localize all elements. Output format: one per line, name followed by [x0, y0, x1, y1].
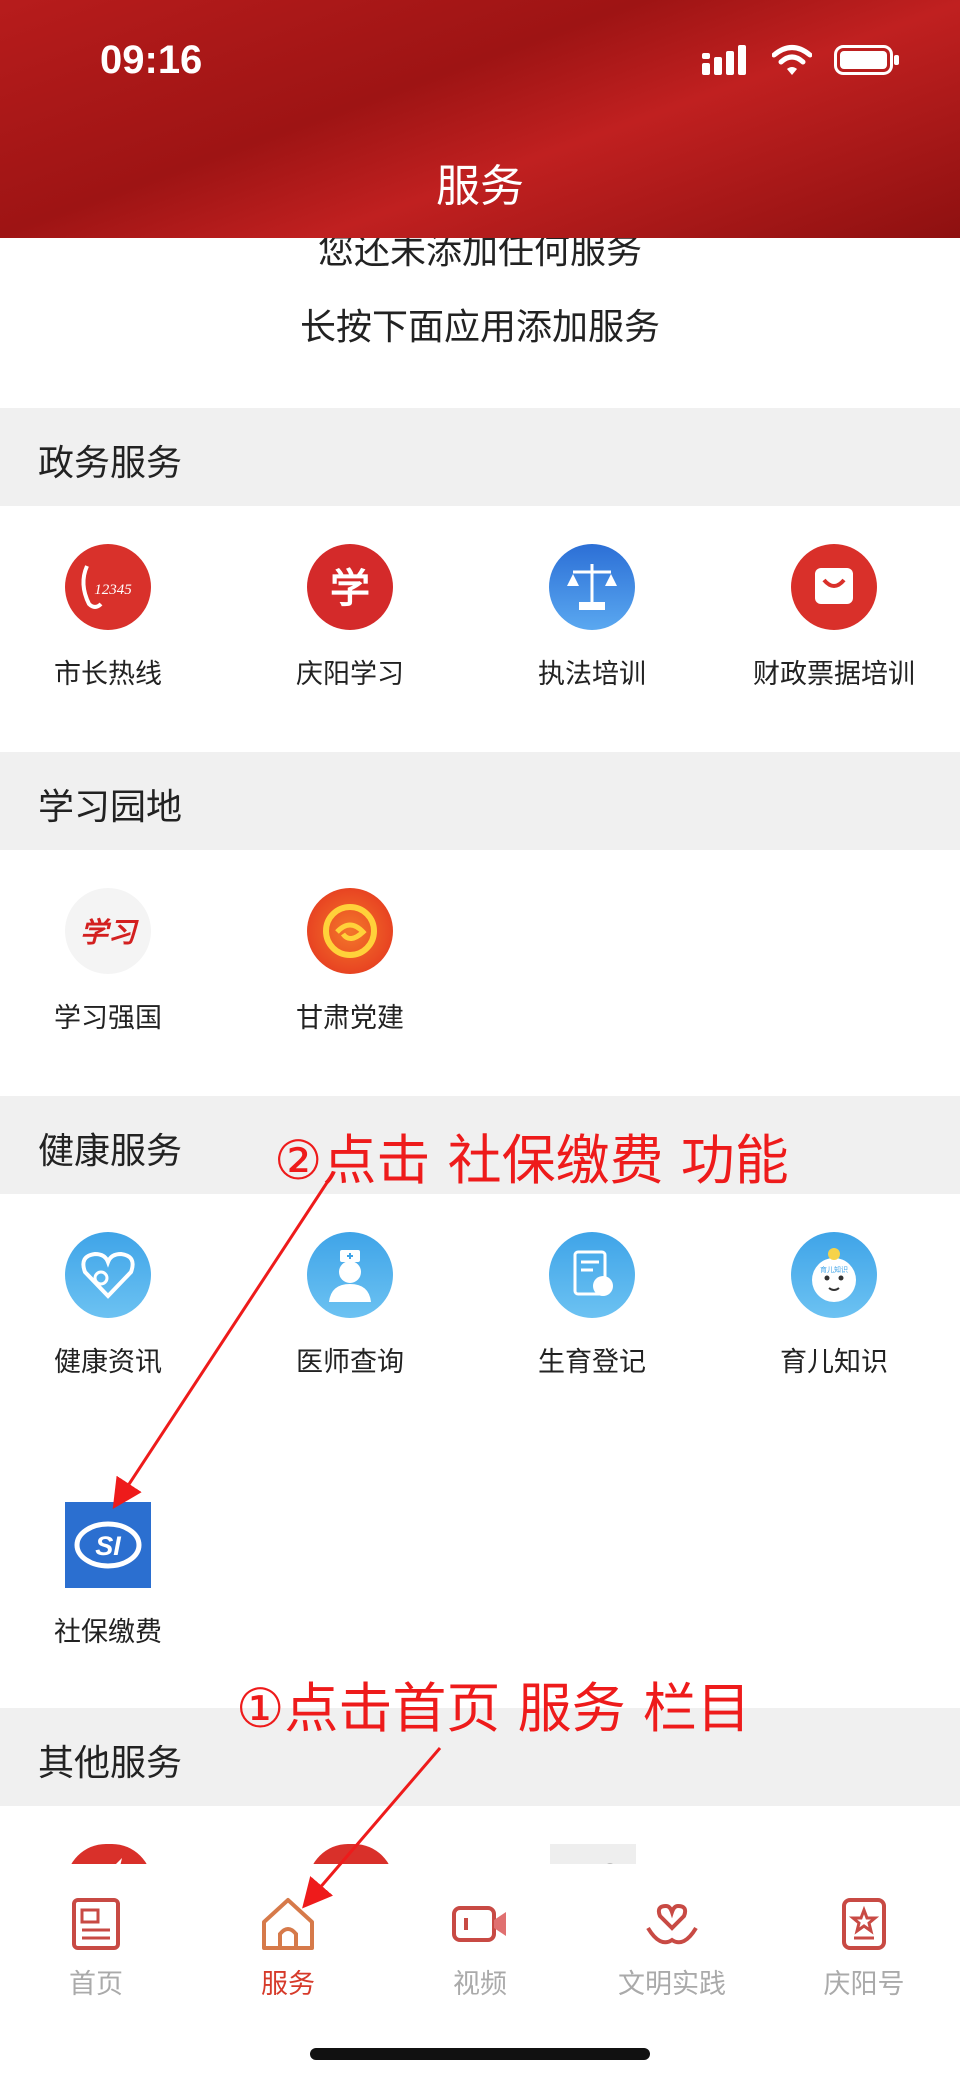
- service-item-xuexi-qiangguo[interactable]: 学习 学习强国: [0, 888, 229, 1035]
- tab-label: 视频: [453, 1969, 507, 2000]
- section-title: 其他服务: [38, 1743, 183, 1784]
- service-label: 庆阳学习: [296, 659, 404, 690]
- tab-label: 文明实践: [618, 1969, 726, 2000]
- birth-register-icon: [549, 1232, 635, 1318]
- service-item-gansu-party[interactable]: 甘肃党建: [229, 888, 471, 1035]
- service-item-mayor-hotline[interactable]: 12345 市长热线: [0, 544, 229, 691]
- section-header-gov: 政务服务: [0, 408, 960, 506]
- tab-video[interactable]: 视频: [384, 1894, 576, 2001]
- tab-home[interactable]: 首页: [0, 1894, 192, 2001]
- status-icons: [702, 44, 900, 76]
- qingyang-study-icon: 学: [307, 544, 393, 630]
- heart-stethoscope-icon: [65, 1232, 151, 1318]
- service-item-health-info[interactable]: 健康资讯: [0, 1232, 229, 1379]
- annotation-step2: ②点击 社保缴费 功能: [274, 1129, 789, 1192]
- home-icon: [262, 1898, 314, 1950]
- section-title: 政务服务: [38, 443, 183, 484]
- service-item-law-training[interactable]: 执法培训: [471, 544, 713, 691]
- tab-qingyang-account[interactable]: 庆阳号: [768, 1894, 960, 2001]
- service-item-doctor-query[interactable]: 医师查询: [229, 1232, 471, 1379]
- xuexi-qiangguo-icon: 学习: [65, 888, 151, 974]
- service-item-parenting-knowledge[interactable]: 育儿知识 育儿知识: [713, 1232, 955, 1379]
- service-label: 市长热线: [54, 659, 162, 690]
- service-item-social-insurance-payment[interactable]: SI 社保缴费: [0, 1502, 229, 1649]
- home-indicator: [310, 2048, 650, 2060]
- scales-justice-icon: [549, 544, 635, 630]
- tab-service[interactable]: 服务: [192, 1894, 384, 2001]
- star-badge-icon: [842, 1898, 886, 1950]
- newspaper-icon: [72, 1898, 120, 1950]
- doctor-icon: [307, 1232, 393, 1318]
- service-item-finance-bill-training[interactable]: 财政票据培训: [713, 544, 955, 691]
- svg-text:学习: 学习: [80, 916, 139, 949]
- svg-text:学: 学: [330, 565, 370, 612]
- section-title: 学习园地: [38, 787, 183, 828]
- service-label: 执法培训: [538, 659, 646, 690]
- page-title: 服务: [436, 161, 524, 212]
- gansu-party-icon: [307, 888, 393, 974]
- service-label: 社保缴费: [54, 1617, 162, 1648]
- service-label: 学习强国: [54, 1003, 162, 1034]
- cellular-signal-icon: [702, 45, 746, 75]
- section-title: 健康服务: [38, 1131, 183, 1172]
- service-item-birth-register[interactable]: 生育登记: [471, 1232, 713, 1379]
- tab-label: 首页: [69, 1969, 123, 2000]
- service-label: 财政票据培训: [753, 659, 915, 690]
- bottom-tab-bar: 首页 服务 视频 文明实践 庆阳号: [0, 1864, 960, 2078]
- service-item-qingyang-study[interactable]: 学 庆阳学习: [229, 544, 471, 691]
- annotation-step1: ①点击首页 服务 栏目: [236, 1677, 751, 1740]
- svg-text:12345: 12345: [94, 582, 132, 598]
- service-label: 育儿知识: [780, 1347, 888, 1378]
- status-time: 09:16: [100, 38, 203, 82]
- baby-face-icon: 育儿知识: [791, 1232, 877, 1318]
- video-camera-icon: [452, 1906, 506, 1942]
- service-label: 医师查询: [296, 1347, 404, 1378]
- section-header-study: 学习园地: [0, 752, 960, 850]
- app-header: 09:16 服务: [0, 0, 960, 238]
- service-label: 生育登记: [538, 1347, 646, 1378]
- service-label: 健康资讯: [54, 1347, 162, 1378]
- svg-text:育儿知识: 育儿知识: [820, 1265, 848, 1274]
- battery-icon: [834, 45, 899, 75]
- social-insurance-si-icon: SI: [65, 1502, 151, 1588]
- service-label: 甘肃党建: [296, 1003, 404, 1034]
- wifi-icon: [772, 45, 812, 75]
- empty-notice-line2: 长按下面应用添加服务: [299, 307, 660, 348]
- svg-text:SI: SI: [95, 1531, 121, 1561]
- tab-label: 庆阳号: [823, 1969, 905, 2000]
- hotline-12345-icon: 12345: [65, 544, 151, 630]
- shopping-bag-icon: [791, 544, 877, 630]
- heart-hands-icon: [646, 1903, 698, 1945]
- tab-civilization-practice[interactable]: 文明实践: [576, 1894, 768, 2001]
- tab-label: 服务: [261, 1969, 315, 2000]
